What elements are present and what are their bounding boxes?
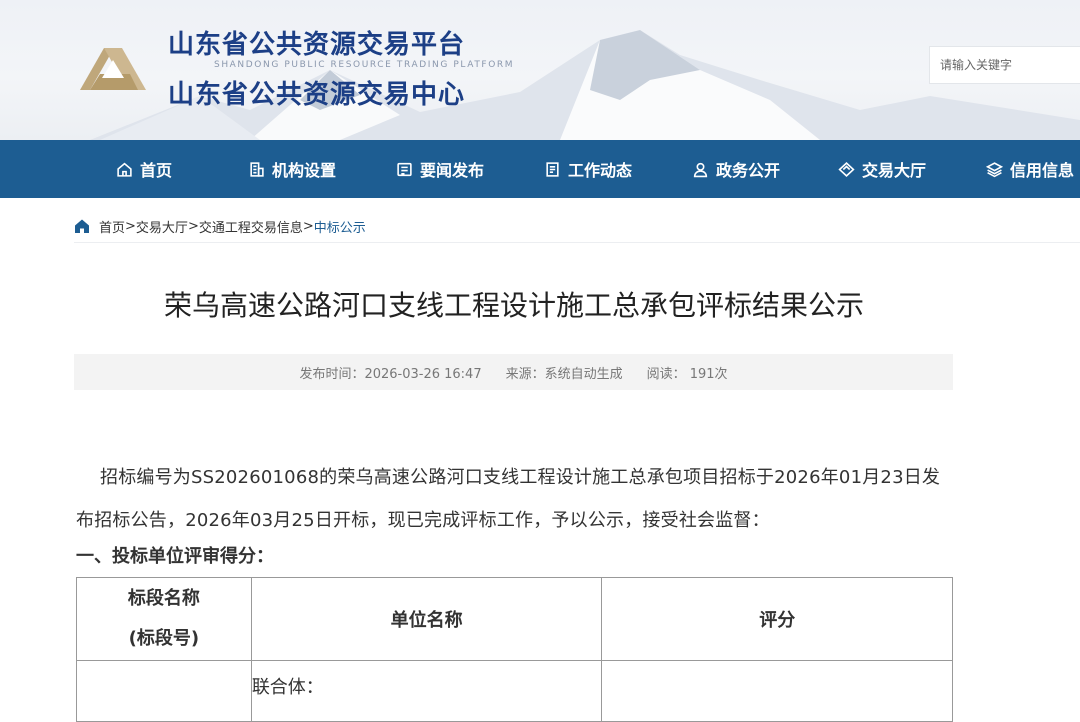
user-icon (693, 162, 708, 177)
table-cell-unit: 联合体： (250, 660, 603, 722)
layers-icon (986, 161, 1003, 177)
nav-item-organization[interactable]: 机构设置 (248, 140, 336, 198)
nav-label: 信用信息 (1010, 161, 1075, 180)
article-title: 荣乌高速公路河口支线工程设计施工总承包评标结果公示 (163, 289, 864, 322)
news-icon (397, 162, 412, 176)
nav-label: 首页 (140, 161, 173, 180)
breadcrumb-link-transport-info[interactable]: 交通工程交易信息 (199, 217, 303, 236)
nav-item-trading-hall[interactable]: 交易大厅 (838, 140, 926, 198)
breadcrumb-current[interactable]: 中标公示 (314, 217, 366, 236)
breadcrumb-separator: > (302, 218, 314, 234)
building-icon (250, 161, 264, 177)
breadcrumb-link-home[interactable]: 首页 (99, 217, 125, 236)
table-row: 联合体： (76, 660, 953, 722)
nav-item-government-affairs[interactable]: 政务公开 (692, 140, 780, 198)
main-nav: 首页 机构设置 要闻发布 工作动态 政务公开 交易大厅 信用信息 (0, 140, 1080, 198)
site-logo (80, 48, 146, 90)
article-source: 来源：系统自动生成 (505, 366, 623, 382)
nav-label: 要闻发布 (420, 161, 485, 180)
document-icon (546, 161, 559, 177)
nav-item-work-updates[interactable]: 工作动态 (544, 140, 632, 198)
nav-item-credit-info[interactable]: 信用信息 (986, 140, 1074, 198)
nav-label: 交易大厅 (862, 161, 927, 180)
home-icon (117, 162, 132, 177)
site-header: 山东省公共资源交易平台 SHANDONG PUBLIC RESOURCE TRA… (0, 0, 1080, 140)
column-header-score: 评分 (601, 577, 953, 661)
nav-label: 工作动态 (568, 161, 633, 180)
nav-label: 机构设置 (272, 161, 337, 180)
column-header-segment-number: (标段号) (128, 628, 200, 649)
table-header-row: 标段名称 (标段号) 单位名称 评分 (76, 577, 953, 661)
breadcrumb-separator: > (187, 218, 199, 234)
breadcrumb: 首页 > 交易大厅 > 交通工程交易信息 > 中标公示 (74, 210, 1080, 243)
home-icon (75, 219, 89, 233)
site-title: 山东省公共资源交易平台 (168, 30, 466, 60)
diamond-icon (838, 161, 855, 177)
read-count: 阅读： 191次 (646, 366, 728, 382)
table-cell-score (601, 660, 953, 722)
article-paragraph: 招标编号为SS202601068的荣乌高速公路河口支线工程设计施工总承包项目招标… (76, 467, 941, 531)
search-input[interactable] (929, 46, 1080, 84)
column-header-segment: 标段名称 (标段号) (76, 577, 252, 661)
column-header-unit: 单位名称 (250, 577, 603, 661)
nav-label: 政务公开 (716, 161, 781, 180)
nav-item-news[interactable]: 要闻发布 (396, 140, 484, 198)
score-table: 标段名称 (标段号) 单位名称 评分 联合体： (76, 577, 953, 722)
table-cell-segment (76, 660, 252, 722)
column-header-segment-name: 标段名称 (127, 588, 200, 609)
breadcrumb-link-trading-hall[interactable]: 交易大厅 (136, 217, 188, 236)
breadcrumb-separator: > (125, 218, 136, 234)
nav-item-home[interactable]: 首页 (116, 140, 172, 198)
mountain-banner (90, 30, 1080, 140)
section-heading: 一、投标单位评审得分： (76, 546, 274, 567)
site-title-english: SHANDONG PUBLIC RESOURCE TRADING PLATFOR… (214, 60, 515, 70)
site-subtitle: 山东省公共资源交易中心 (168, 80, 466, 110)
article-meta: 发布时间：2026-03-26 16:47 来源：系统自动生成 阅读： 191次 (74, 354, 953, 390)
publish-time: 发布时间：2026-03-26 16:47 (299, 366, 482, 382)
